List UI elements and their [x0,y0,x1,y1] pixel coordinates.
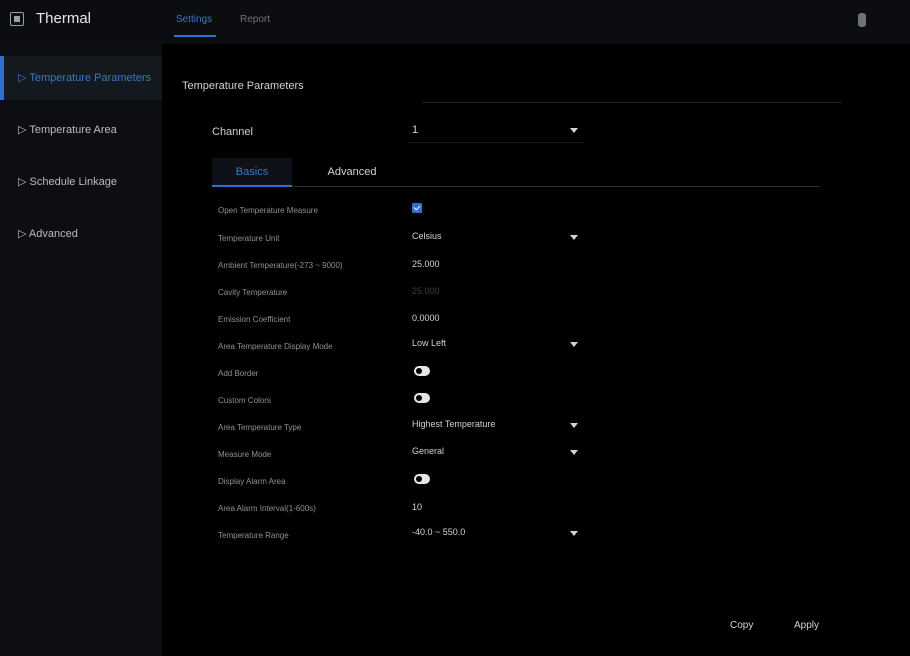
custom-colors-label: Custom Colors [218,396,271,405]
emission-input[interactable]: 0.0000 [408,308,584,328]
range-label: Temperature Range [218,531,289,540]
open-measure-label: Open Temperature Measure [218,206,318,215]
alarm-interval-label: Area Alarm Interval(1-600s) [218,504,316,513]
active-tab-indicator [174,35,216,37]
custom-colors-toggle[interactable] [414,393,430,403]
add-border-toggle[interactable] [414,366,430,376]
ambient-label: Ambient Temperature(-273 ~ 9000) [218,261,343,270]
more-menu-icon[interactable] [858,13,866,27]
apply-button[interactable]: Apply [794,620,819,631]
tab-settings[interactable]: Settings [176,14,212,25]
range-select[interactable]: -40.0 ~ 550.0 [408,524,584,544]
ambient-input[interactable]: 25.000 [408,254,584,274]
unit-value: Celsius [412,231,442,241]
chevron-down-icon [570,531,578,536]
sidebar-item-label: Schedule Linkage [29,176,117,188]
sidebar-item-label: Temperature Area [29,124,117,136]
measure-mode-select[interactable]: General [408,443,584,463]
app-title: Thermal [36,10,92,27]
chevron-down-icon [570,450,578,455]
display-mode-label: Area Temperature Display Mode [218,342,333,351]
range-value: -40.0 ~ 550.0 [412,527,466,537]
area-type-label: Area Temperature Type [218,423,302,432]
add-border-label: Add Border [218,369,259,378]
display-mode-select[interactable]: Low Left [408,335,584,355]
display-mode-value: Low Left [412,338,447,348]
channel-value: 1 [412,124,419,136]
area-type-value: Highest Temperature [412,419,496,429]
sidebar-item-advanced[interactable]: ▷ Advanced [0,212,162,256]
measure-mode-value: General [412,446,445,456]
main-panel: Temperature Parameters Channel 1 Basics … [162,44,910,656]
alarm-area-toggle[interactable] [414,474,430,484]
copy-button[interactable]: Copy [730,620,753,631]
alarm-interval-input[interactable]: 10 [408,497,584,517]
sub-tabs: Basics Advanced [212,158,820,187]
unit-select[interactable]: Celsius [408,228,584,248]
chevron-down-icon [570,423,578,428]
cavity-input: 25.000 [412,286,440,296]
chevron-down-icon [570,342,578,347]
sidebar-item-label: Advanced [28,228,78,240]
tab-basics[interactable]: Basics [212,158,292,187]
measure-mode-label: Measure Mode [218,450,272,459]
chevron-down-icon [570,128,578,133]
thermal-app-icon [10,12,24,26]
emission-label: Emission Coefficient [218,315,291,324]
sidebar-item-temperature-parameters[interactable]: ▷ Temperature Parameters [0,56,162,100]
sidebar-item-schedule-linkage[interactable]: ▷ Schedule Linkage [0,160,162,204]
sidebar-item-temperature-area[interactable]: ▷ Temperature Area [0,108,162,152]
section-divider [422,102,842,103]
cavity-label: Cavity Temperature [218,288,288,297]
open-measure-checkbox[interactable] [412,203,422,213]
section-title: Temperature Parameters [182,80,304,92]
tab-report[interactable]: Report [240,14,270,25]
tab-advanced[interactable]: Advanced [312,158,392,186]
chevron-down-icon [570,235,578,240]
sidebar-item-label: ▷ [18,72,30,84]
channel-select[interactable]: 1 [408,120,584,143]
area-type-select[interactable]: Highest Temperature [408,416,584,436]
unit-label: Temperature Unit [218,234,280,243]
expand-arrow-icon: ▷ [18,228,29,240]
top-bar: Thermal Settings Report [0,0,910,44]
sidebar: ▷ Temperature Parameters ▷ Temperature A… [0,44,162,656]
expand-arrow-icon: ▷ [18,176,30,188]
channel-label: Channel [212,126,253,138]
sidebar-item-label: Temperature Parameters [29,72,151,84]
expand-arrow-icon: ▷ [18,124,30,136]
alarm-area-label: Display Alarm Area [218,477,286,486]
